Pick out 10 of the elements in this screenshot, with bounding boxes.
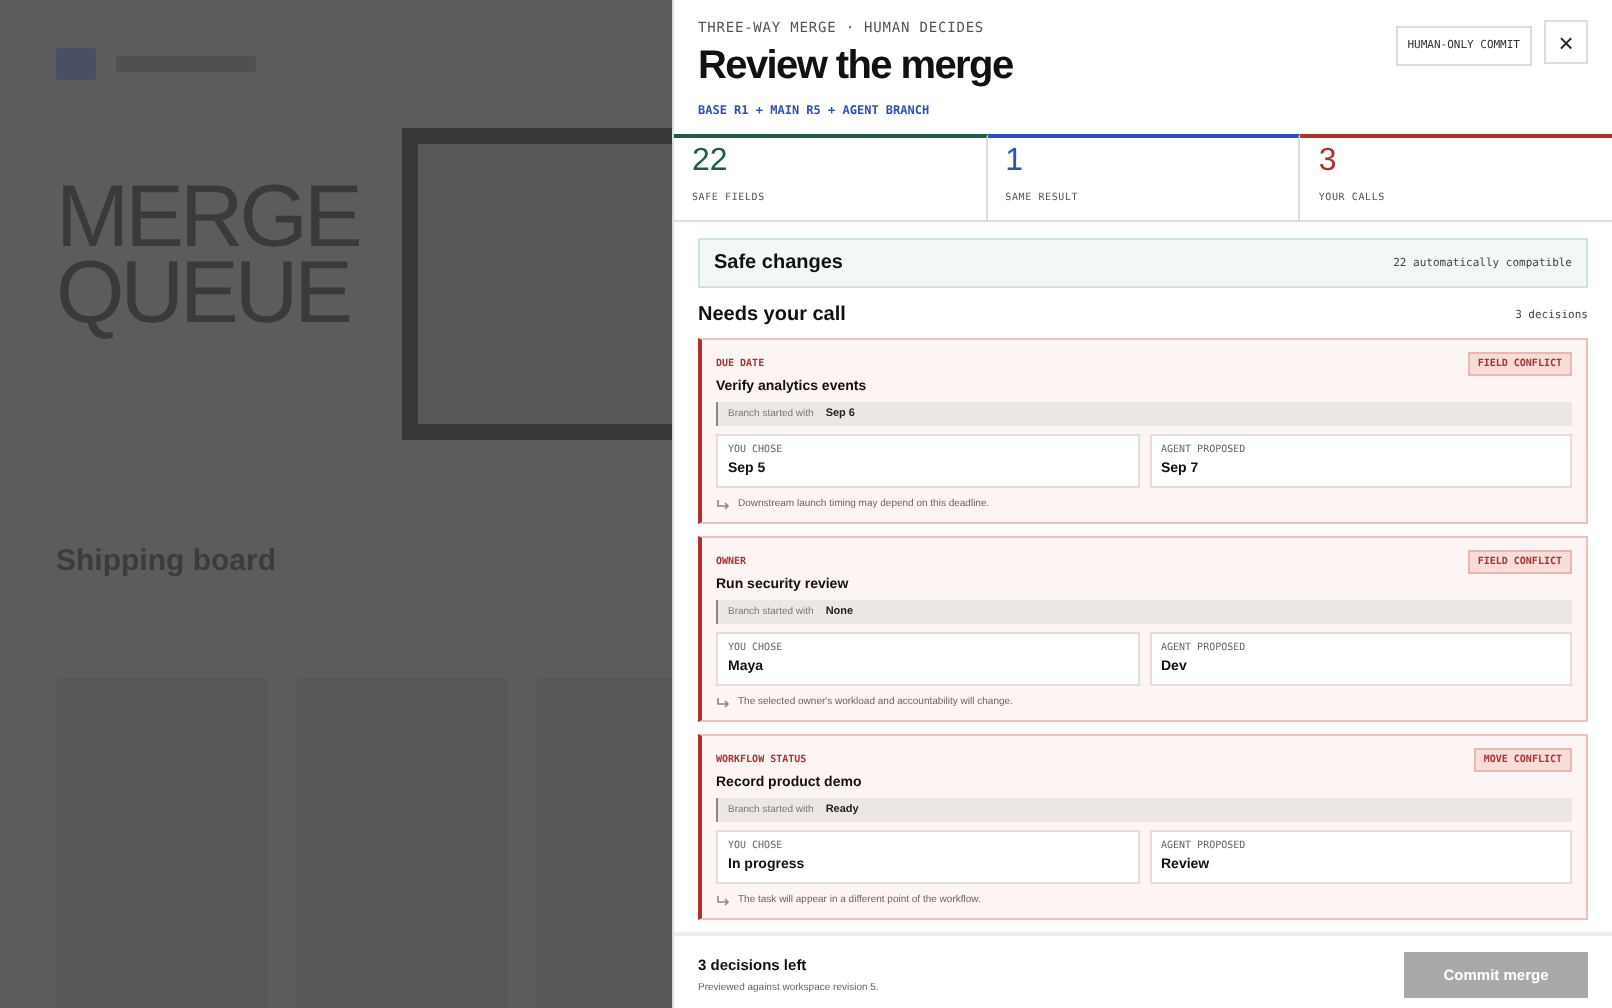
section-title: Needs your call [698, 304, 846, 326]
panel-title: Review the merge [698, 44, 1013, 90]
return-arrow-icon [716, 499, 730, 509]
close-button[interactable]: × [1544, 20, 1588, 64]
return-arrow-icon [716, 895, 730, 905]
stat-value: 22 [692, 144, 730, 180]
return-arrow-icon [716, 697, 730, 707]
stat-value: 3 [1318, 144, 1339, 180]
safe-changes-title: Safe changes [714, 252, 843, 274]
stat-value: 1 [1005, 144, 1026, 180]
